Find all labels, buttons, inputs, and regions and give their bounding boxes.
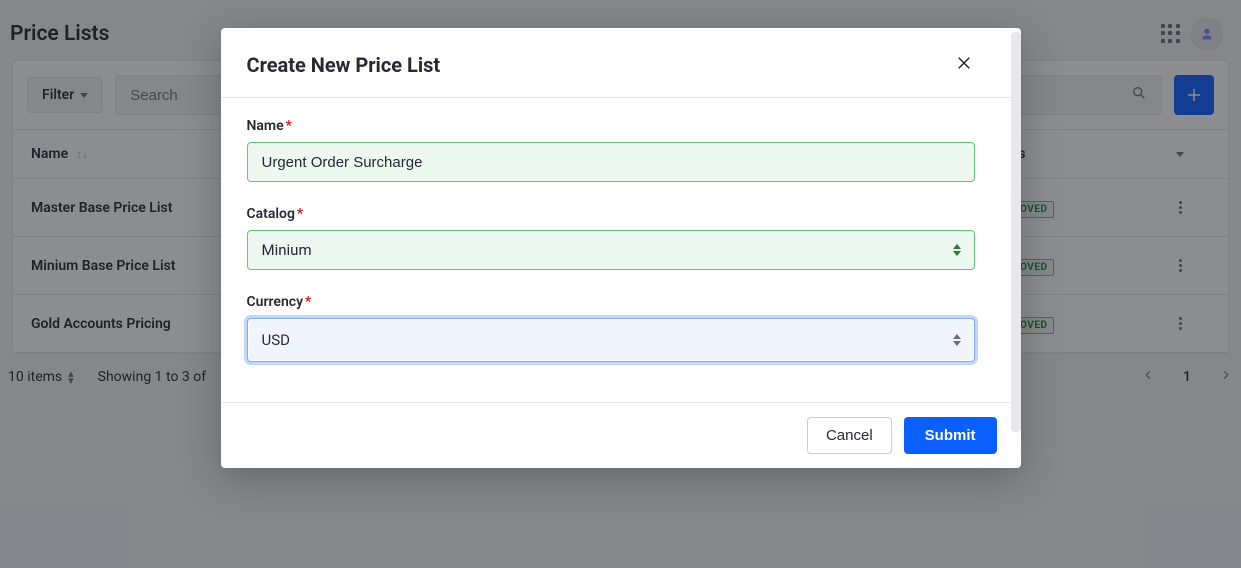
currency-select[interactable]: USD: [247, 318, 975, 362]
cancel-button[interactable]: Cancel: [807, 417, 892, 454]
catalog-select[interactable]: Minium: [247, 230, 975, 270]
modal-overlay: Create New Price List Name* Catalog* Min…: [0, 0, 1241, 568]
name-input[interactable]: [247, 142, 975, 182]
catalog-value: Minium: [262, 241, 312, 259]
currency-label: Currency*: [247, 294, 975, 310]
close-button[interactable]: [951, 50, 977, 79]
name-label: Name*: [247, 118, 975, 134]
modal-title: Create New Price List: [247, 53, 441, 77]
submit-button[interactable]: Submit: [904, 417, 997, 454]
close-icon: [955, 54, 973, 72]
scrollbar[interactable]: [1011, 32, 1021, 432]
select-caret-icon: [953, 244, 961, 256]
select-caret-icon: [953, 334, 961, 346]
catalog-label: Catalog*: [247, 206, 975, 222]
create-price-list-modal: Create New Price List Name* Catalog* Min…: [221, 28, 1021, 468]
currency-value: USD: [262, 331, 290, 349]
